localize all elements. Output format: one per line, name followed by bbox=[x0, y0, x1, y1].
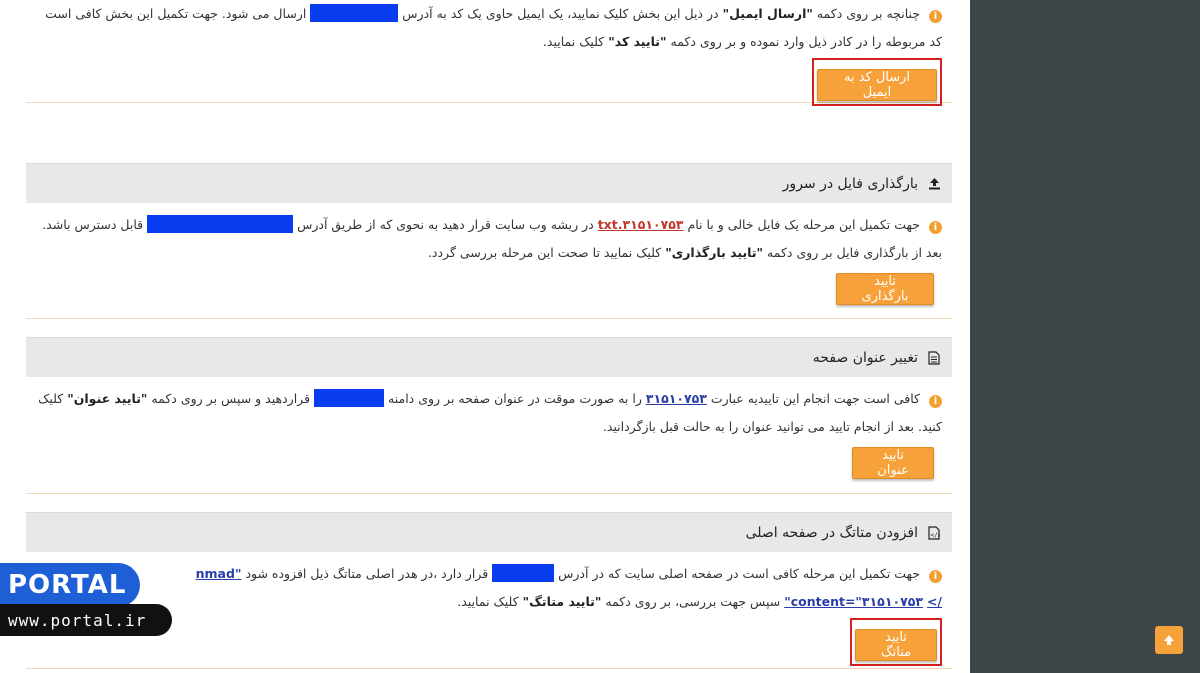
code-file-icon: </> bbox=[926, 525, 942, 541]
main-content: i چنانچه بر روی دکمه "ارسال ایمیل" در ذی… bbox=[26, 0, 952, 673]
section-header: تغییر عنوان صفحه bbox=[26, 337, 952, 377]
document-icon bbox=[926, 350, 942, 366]
meta-name-text[interactable]: "nmad bbox=[196, 566, 242, 581]
portal-url-badge: www.portal.ir bbox=[0, 604, 172, 636]
info-icon: i bbox=[929, 395, 942, 408]
meta-content-text[interactable]: content="۳۱۵۱۰۷۵۳" bbox=[784, 594, 923, 609]
highlight-frame: ارسال کد به ایمیل bbox=[812, 58, 942, 106]
page-title-section: تغییر عنوان صفحه i کافی است جهت انجام ای… bbox=[26, 337, 952, 494]
redacted-email bbox=[310, 4, 399, 22]
redacted-url bbox=[492, 564, 555, 582]
meta-close-text[interactable]: /> bbox=[927, 594, 942, 609]
section-title: بارگذاری فایل در سرور bbox=[782, 175, 918, 192]
info-icon: i bbox=[929, 221, 942, 234]
scroll-to-top-button[interactable] bbox=[1155, 626, 1183, 654]
send-code-email-button[interactable]: ارسال کد به ایمیل bbox=[817, 69, 937, 101]
redacted-domain bbox=[314, 389, 385, 407]
info-icon: i bbox=[929, 570, 942, 583]
email-verification-section: i چنانچه بر روی دکمه "ارسال ایمیل" در ذی… bbox=[26, 0, 952, 106]
verification-filename-link[interactable]: ۳۱۵۱۰۷۵۳.txt bbox=[598, 217, 684, 232]
confirm-upload-button[interactable]: تایید بارگذاری bbox=[836, 273, 934, 305]
confirm-title-button[interactable]: تایید عنوان bbox=[852, 447, 934, 479]
arrow-up-icon bbox=[1164, 635, 1174, 645]
svg-text:</>: </> bbox=[931, 532, 941, 539]
portal-brand-badge: PORTAL bbox=[0, 563, 140, 607]
section-title: تغییر عنوان صفحه bbox=[812, 349, 918, 366]
confirm-meta-button[interactable]: تایید متاتگ bbox=[855, 629, 937, 661]
file-upload-section: بارگذاری فایل در سرور i جهت تکمیل این مر… bbox=[26, 163, 952, 319]
upload-icon bbox=[926, 176, 942, 192]
verification-code-link[interactable]: ۳۱۵۱۰۷۵۳ bbox=[646, 391, 707, 406]
section-header: بارگذاری فایل در سرور bbox=[26, 163, 952, 203]
section-header: </> افزودن متاتگ در صفحه اصلی bbox=[26, 512, 952, 552]
side-panel bbox=[970, 0, 1200, 673]
highlight-frame: تایید متاتگ bbox=[850, 618, 942, 666]
section-title: افزودن متاتگ در صفحه اصلی bbox=[745, 524, 918, 541]
redacted-url bbox=[147, 215, 294, 233]
meta-tag-section: </> افزودن متاتگ در صفحه اصلی i جهت تکمی… bbox=[26, 512, 952, 669]
info-icon: i bbox=[929, 10, 942, 23]
